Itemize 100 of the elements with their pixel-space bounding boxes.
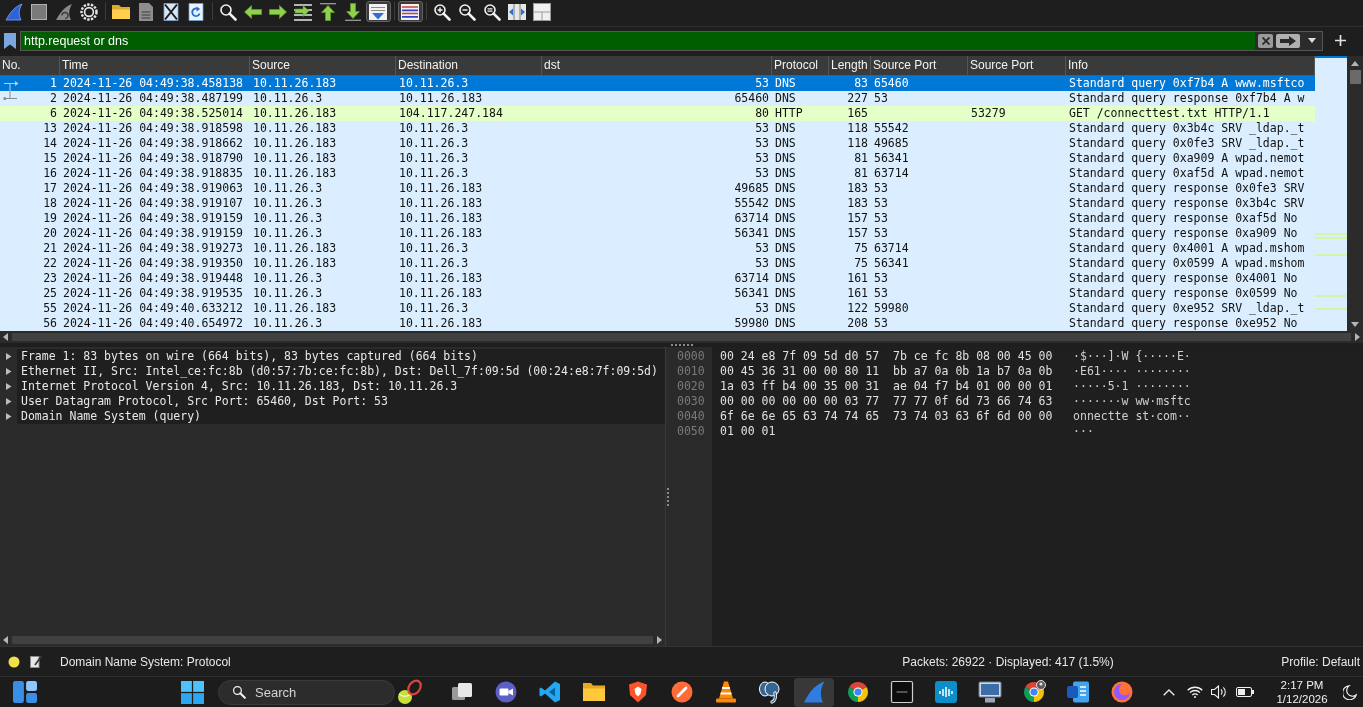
packet-row[interactable]: 15 2024-11-26 04:49:38.918790 10.11.26.183 10.11.26.3 53 DNS 81 56341 Standard query 0xa909 A wpad.nemot [0, 151, 1315, 166]
table-cell: 2024-11-26 04:49:38.919350 [63, 256, 243, 271]
table-cell: DNS [775, 166, 796, 181]
column-header[interactable]: No. [0, 56, 60, 75]
column-header[interactable]: Source [250, 56, 396, 75]
table-cell: 18 [43, 196, 57, 211]
table-cell: 2024-11-26 04:49:38.919273 [63, 241, 243, 256]
packet-row[interactable]: 55 2024-11-26 04:49:40.633212 10.11.26.183 10.11.26.3 53 DNS 122 59980 Standard query 0xe952 SRV _ldap._t [0, 301, 1315, 316]
scroll-right-icon[interactable] [1355, 333, 1360, 341]
table-cell: 56341 [734, 286, 769, 301]
column-header[interactable]: Source Port [871, 56, 968, 75]
scrollbar[interactable] [0, 331, 1363, 343]
scrollbar[interactable] [0, 634, 665, 646]
ascii-text: ·····5·1 [1073, 379, 1129, 393]
hex-bytes: 00 24 e8 7f 09 5d d0 57 [720, 349, 880, 363]
battery-icon[interactable] [1236, 687, 1254, 697]
packet-row[interactable]: 16 2024-11-26 04:49:38.918835 10.11.26.183 10.11.26.3 53 DNS 81 63714 Standard query 0xaf5d A wpad.nemot [0, 166, 1315, 181]
packet-row[interactable]: 18 2024-11-26 04:49:38.919107 10.11.26.3 10.11.26.183 55542 DNS 183 53 Standard query response 0x3b4c SRV [0, 196, 1315, 211]
caret-right-icon[interactable] [5, 368, 12, 375]
scroll-right-icon[interactable] [657, 636, 662, 644]
packet-row[interactable]: 1 2024-11-26 04:49:38.458138 10.11.26.183 10.11.26.3 53 DNS 83 65460 Standard query 0xf7b4 A www.msftco [0, 76, 1315, 91]
scroll-down-icon[interactable] [1351, 322, 1359, 327]
table-cell: Standard query response 0x0599 No [1069, 286, 1298, 301]
video-camera-icon [494, 680, 518, 704]
search-button[interactable]: Search [218, 679, 395, 705]
packet-row[interactable]: 56 2024-11-26 04:49:40.654972 10.11.26.3 10.11.26.183 59980 DNS 208 53 Standard query response 0xe952 No [0, 316, 1315, 331]
chevron-up-icon[interactable] [1163, 688, 1175, 696]
toolbar-button[interactable] [365, 1, 391, 22]
hex-bytes: 73 74 03 63 6f 6d 00 00 [893, 409, 1053, 423]
table-cell: DNS [775, 196, 796, 211]
bookmark-icon[interactable] [4, 32, 16, 49]
table-cell: 10.11.26.3 [399, 256, 469, 271]
table-cell: GET /connecttest.txt HTTP/1.1 [1069, 106, 1270, 121]
table-cell: 75 [854, 241, 868, 256]
widgets-icon[interactable] [13, 680, 37, 704]
table-cell: Standard query response 0x4001 No [1069, 271, 1298, 286]
table-cell: 65460 [874, 76, 909, 91]
caret-right-icon[interactable] [5, 398, 12, 405]
packet-row[interactable]: 20 2024-11-26 04:49:38.919159 10.11.26.3 10.11.26.183 56341 DNS 157 53 Standard query response 0xa909 No [0, 226, 1315, 241]
four-squares-icon[interactable] [181, 680, 204, 704]
ball-racket-icon[interactable] [397, 679, 423, 705]
table-cell: 80 [755, 106, 769, 121]
table-cell: 2024-11-26 04:49:38.918790 [63, 151, 243, 166]
packet-row[interactable]: 14 2024-11-26 04:49:38.918662 10.11.26.183 10.11.26.3 53 DNS 118 49685 Standard query 0x0fe3 SRV _ldap._t [0, 136, 1315, 151]
plus-icon[interactable] [1335, 35, 1346, 46]
column-header[interactable]: Source Port [968, 56, 1066, 75]
table-cell: 183 [847, 181, 868, 196]
column-header[interactable]: dst [542, 56, 772, 75]
table-cell: 13 [43, 121, 57, 136]
status-dot-icon[interactable] [8, 655, 20, 668]
table-cell: 165 [847, 106, 868, 121]
packet-row[interactable]: 17 2024-11-26 04:49:38.919063 10.11.26.3 10.11.26.183 49685 DNS 183 53 Standard query response 0x0fe3 SRV [0, 181, 1315, 196]
table-cell: 10.11.26.3 [253, 271, 323, 286]
shield-icon [626, 680, 650, 704]
table-cell: Standard query response 0x0fe3 SRV [1069, 181, 1305, 196]
table-cell: 15 [43, 151, 57, 166]
table-cell: DNS [775, 241, 796, 256]
table-cell: 53 [755, 121, 769, 136]
table-cell: 10.11.26.3 [253, 196, 323, 211]
table-cell: 2024-11-26 04:49:38.919107 [63, 196, 243, 211]
arrow-right-icon [269, 2, 287, 21]
scroll-left-icon[interactable] [3, 333, 8, 341]
caret-right-icon[interactable] [5, 383, 12, 390]
moon-icon[interactable] [1343, 684, 1357, 700]
packet-row[interactable]: 2 2024-11-26 04:49:38.487199 10.11.26.3 10.11.26.183 65460 DNS 227 53 Standard query response 0xf7b4 A w [0, 91, 1315, 106]
column-header[interactable]: Length [829, 56, 871, 75]
packet-row[interactable]: 19 2024-11-26 04:49:38.919159 10.11.26.3 10.11.26.183 63714 DNS 157 53 Standard query response 0xaf5d No [0, 211, 1315, 226]
packet-row[interactable]: 13 2024-11-26 04:49:38.918598 10.11.26.183 10.11.26.3 53 DNS 118 55542 Standard query 0x3b4c SRV _ldap._t [0, 121, 1315, 136]
packet-row[interactable]: 21 2024-11-26 04:49:38.919273 10.11.26.183 10.11.26.3 53 DNS 75 63714 Standard query 0x4001 A wpad.mshom [0, 241, 1315, 256]
packet-row[interactable]: 22 2024-11-26 04:49:38.919350 10.11.26.183 10.11.26.3 53 DNS 75 56341 Standard query 0x0599 A wpad.mshom [0, 256, 1315, 271]
packet-row[interactable]: 23 2024-11-26 04:49:38.919448 10.11.26.3 10.11.26.183 63714 DNS 161 53 Standard query response 0x4001 No [0, 271, 1315, 286]
scrollbar-thumb[interactable] [1349, 70, 1361, 84]
ascii-text: {·····E· [1135, 349, 1191, 363]
caret-right-icon[interactable] [5, 413, 12, 420]
table-cell: 55542 [874, 121, 909, 136]
table-cell: DNS [775, 226, 796, 241]
column-header[interactable]: Protocol [772, 56, 829, 75]
byte-offset: 0000 [677, 349, 705, 364]
speaker-icon[interactable] [1211, 685, 1227, 699]
note-pencil-icon[interactable] [30, 655, 42, 668]
scrollbar[interactable] [1347, 56, 1363, 331]
scroll-up-icon[interactable] [1351, 61, 1359, 66]
table-cell: 183 [847, 196, 868, 211]
ascii-text: onnectte [1073, 409, 1129, 423]
arrow-up-icon [319, 2, 337, 21]
column-header[interactable]: Time [60, 56, 250, 75]
hex-bytes: ae 04 f7 b4 01 00 00 01 [893, 379, 1053, 393]
caret-right-icon[interactable] [5, 353, 12, 360]
wifi-icon[interactable] [1187, 686, 1203, 698]
table-cell: 63714 [874, 241, 909, 256]
table-cell: 53 [755, 301, 769, 316]
column-header[interactable]: Destination [396, 56, 542, 75]
table-cell: 10.11.26.3 [253, 226, 323, 241]
scroll-left-icon[interactable] [3, 636, 8, 644]
striped-lines-icon [401, 2, 419, 21]
table-cell: Standard query response 0xa909 No [1069, 226, 1298, 241]
packet-row[interactable]: 25 2024-11-26 04:49:38.919535 10.11.26.3 10.11.26.183 56341 DNS 161 53 Standard query response 0x0599 No [0, 286, 1315, 301]
toolbar-button[interactable] [397, 1, 423, 22]
packet-row[interactable]: 6 2024-11-26 04:49:38.525014 10.11.26.183 104.117.247.184 80 HTTP 165 53279 GET /connecttest.txt HTTP/1.1 [0, 106, 1315, 121]
profile-label[interactable]: Profile: Default [1281, 654, 1363, 669]
